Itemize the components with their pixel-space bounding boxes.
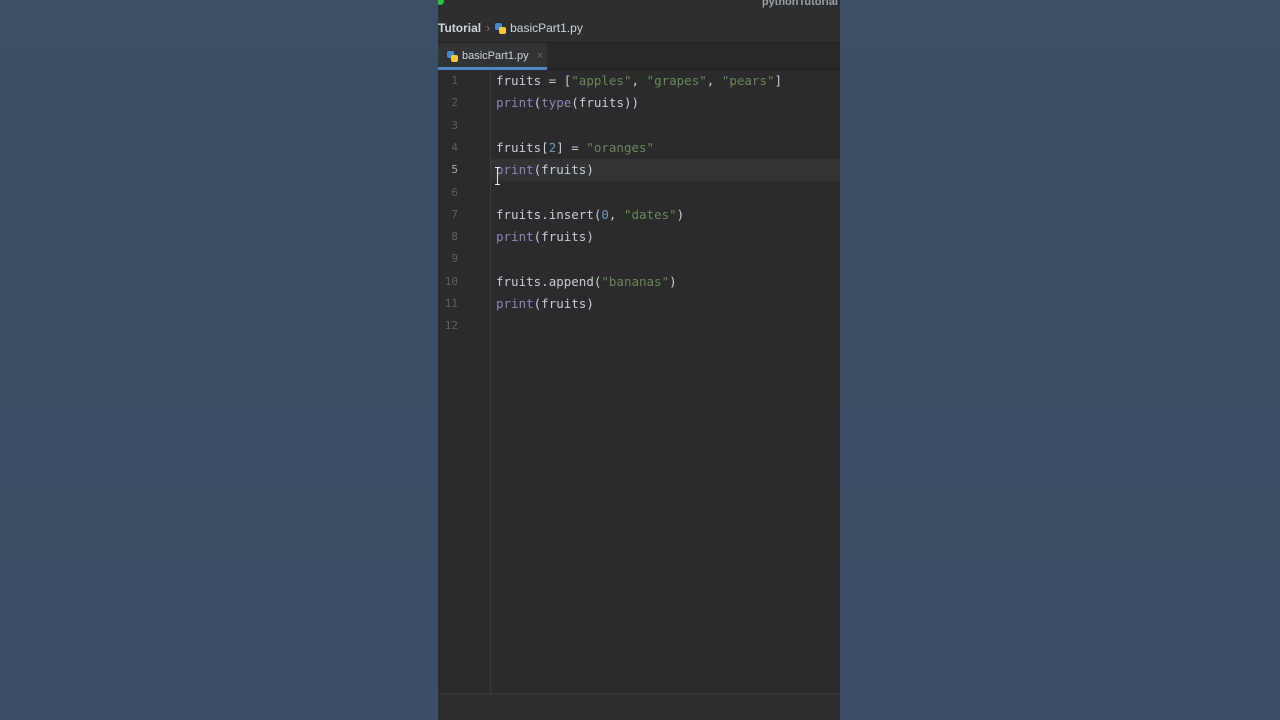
python-file-icon bbox=[495, 22, 507, 34]
left-background bbox=[0, 0, 438, 720]
identifier-token: fruits bbox=[541, 162, 587, 178]
string-token: "grapes" bbox=[646, 73, 707, 88]
punctuation-token: ] = bbox=[556, 139, 587, 155]
line-number[interactable]: 9 bbox=[438, 248, 458, 270]
punctuation-token: ] bbox=[774, 73, 783, 88]
line-number[interactable]: 6 bbox=[438, 182, 458, 204]
title-bar: pythonTutorial bbox=[438, 0, 840, 14]
builtin-token: print bbox=[496, 162, 534, 178]
code-line[interactable]: fruits.insert(0, "dates") bbox=[496, 204, 684, 226]
punctuation-token: . bbox=[541, 273, 549, 289]
tab-basicpart1[interactable]: basicPart1.py × bbox=[438, 43, 547, 70]
punctuation-token: ( bbox=[571, 95, 579, 111]
code-line[interactable]: print(fruits) bbox=[496, 226, 594, 248]
code-line[interactable]: print(type(fruits)) bbox=[496, 92, 639, 114]
builtin-token: print bbox=[496, 296, 534, 311]
code-editor[interactable]: fruits = ["apples", "grapes", "pears"] pr… bbox=[491, 70, 840, 693]
project-title: pythonTutorial bbox=[761, 0, 838, 8]
identifier-token: append bbox=[548, 273, 594, 289]
ide-window: pythonTutorial Tutorial › basicPart1.py … bbox=[438, 0, 840, 720]
line-number[interactable]: 5 bbox=[438, 159, 458, 181]
line-number[interactable]: 12 bbox=[438, 315, 458, 337]
builtin-token: print bbox=[496, 229, 534, 245]
python-file-icon bbox=[447, 50, 458, 62]
breadcrumb-project[interactable]: Tutorial bbox=[438, 21, 481, 35]
code-line[interactable]: fruits = ["apples", "grapes", "pears"] bbox=[496, 70, 782, 92]
string-token: "oranges" bbox=[586, 139, 655, 155]
line-number[interactable]: 7 bbox=[438, 204, 458, 226]
number-token: 0 bbox=[601, 206, 609, 222]
builtin-token: print bbox=[496, 95, 534, 111]
line-number[interactable]: 3 bbox=[438, 115, 458, 137]
breadcrumb-separator-icon: › bbox=[486, 21, 491, 35]
editor-tab-bar: basicPart1.py × bbox=[438, 43, 840, 70]
identifier-token: fruits bbox=[578, 95, 624, 111]
line-number[interactable]: 2 bbox=[438, 92, 458, 114]
line-number[interactable]: 1 bbox=[438, 70, 458, 92]
line-number-gutter: 1 2 3 4 5 6 7 8 9 10 11 12 bbox=[438, 70, 491, 693]
string-token: "dates" bbox=[623, 206, 677, 222]
code-line[interactable]: fruits.append("bananas") bbox=[496, 271, 677, 293]
right-background bbox=[840, 0, 1280, 720]
identifier-token: fruits bbox=[541, 296, 587, 311]
punctuation-token: ) bbox=[586, 296, 594, 311]
identifier-token: fruits bbox=[496, 73, 542, 88]
breadcrumb-file[interactable]: basicPart1.py bbox=[510, 21, 583, 35]
punctuation-token: ) bbox=[676, 206, 685, 222]
identifier-token: fruits bbox=[496, 139, 542, 155]
string-token: "pears" bbox=[721, 73, 775, 88]
text-cursor-icon bbox=[495, 167, 501, 185]
punctuation-token: [ bbox=[541, 139, 549, 155]
punctuation-token: ) bbox=[586, 162, 594, 178]
code-line[interactable]: print(fruits) bbox=[496, 159, 594, 181]
builtin-token: type bbox=[541, 95, 572, 111]
punctuation-token: , bbox=[608, 206, 624, 222]
punctuation-token: = [ bbox=[541, 73, 572, 88]
punctuation-token: ) bbox=[586, 229, 594, 245]
line-number[interactable]: 4 bbox=[438, 137, 458, 159]
code-line[interactable]: fruits[2] = "oranges" bbox=[496, 137, 654, 159]
tab-label: basicPart1.py bbox=[462, 50, 529, 62]
window-maximize-button[interactable] bbox=[438, 0, 444, 5]
identifier-token: insert bbox=[548, 206, 594, 222]
code-line[interactable]: print(fruits) bbox=[496, 293, 594, 315]
identifier-token: fruits bbox=[496, 206, 542, 222]
line-number[interactable]: 11 bbox=[438, 293, 458, 315]
punctuation-token: ) bbox=[669, 273, 677, 289]
status-bar bbox=[438, 693, 840, 720]
close-icon[interactable]: × bbox=[537, 50, 543, 62]
punctuation-token: , bbox=[706, 73, 722, 88]
punctuation-token: . bbox=[541, 206, 549, 222]
identifier-token: fruits bbox=[541, 229, 587, 245]
breadcrumb: Tutorial › basicPart1.py bbox=[438, 14, 840, 43]
string-token: "apples" bbox=[571, 73, 632, 88]
punctuation-token: , bbox=[631, 73, 647, 88]
line-number[interactable]: 10 bbox=[438, 271, 458, 293]
string-token: "bananas" bbox=[601, 273, 670, 289]
line-number[interactable]: 8 bbox=[438, 226, 458, 248]
identifier-token: fruits bbox=[496, 273, 542, 289]
punctuation-token: )) bbox=[623, 95, 640, 111]
